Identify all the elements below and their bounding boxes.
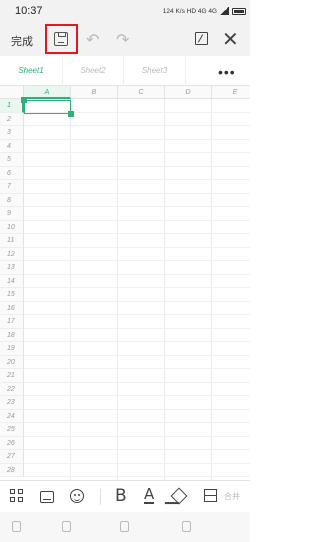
row-header-6[interactable]: 6: [0, 166, 24, 180]
row-header-23[interactable]: 23: [0, 396, 24, 410]
done-button[interactable]: 完成: [11, 33, 33, 49]
grid-row-line: [24, 327, 250, 329]
grid-row-line: [24, 476, 250, 477]
battery-icon: [232, 7, 246, 15]
nav-home-icon[interactable]: [120, 521, 129, 532]
grid-row-line: [24, 246, 250, 248]
grid-row-line: [24, 408, 250, 410]
undo-icon[interactable]: ↶: [86, 30, 99, 50]
apps-icon[interactable]: [10, 489, 24, 503]
grid-row-line: [24, 314, 250, 315]
grid-row-line: [24, 206, 250, 207]
row-header-24[interactable]: 24: [0, 409, 24, 423]
fill-color-icon[interactable]: [170, 487, 188, 505]
status-bar: 10:37 124 K/s HD 4G 4G: [0, 0, 250, 24]
row-header-4[interactable]: 4: [0, 139, 24, 153]
grid-row-line: [24, 138, 250, 140]
column-header-e[interactable]: E: [212, 86, 250, 99]
sheet-tabs: Sheet1 Sheet2 Sheet3 •••: [0, 56, 250, 86]
row-header-28[interactable]: 28: [0, 463, 24, 477]
column-header-b[interactable]: B: [71, 86, 118, 99]
toolbar-divider: [100, 489, 101, 505]
row-header-8[interactable]: 8: [0, 193, 24, 207]
save-icon[interactable]: [54, 32, 68, 46]
row-header-12[interactable]: 12: [0, 247, 24, 261]
grid-row-line: [24, 395, 250, 396]
grid-row-line: [24, 165, 250, 167]
grid-row-line: [24, 422, 250, 423]
format-toolbar: B A 合并: [0, 480, 250, 512]
emoji-icon[interactable]: [70, 489, 84, 503]
column-header-a[interactable]: A: [24, 86, 71, 99]
border-icon[interactable]: [204, 489, 217, 502]
nav-menu-icon[interactable]: [62, 521, 71, 532]
row-header-2[interactable]: 2: [0, 112, 24, 126]
signal-icon: [220, 7, 229, 15]
edit-icon[interactable]: [195, 32, 208, 45]
status-indicators: 124 K/s HD 4G 4G: [163, 7, 246, 15]
grid-row-line: [24, 354, 250, 356]
nav-recent-icon[interactable]: [182, 521, 191, 532]
grid-row-line: [24, 273, 250, 275]
row-header-3[interactable]: 3: [0, 126, 24, 140]
row-header-5[interactable]: 5: [0, 153, 24, 167]
grid-row-line: [24, 341, 250, 342]
grid-row-line: [24, 152, 250, 153]
more-tabs-icon[interactable]: •••: [218, 64, 236, 80]
column-header-d[interactable]: D: [165, 86, 212, 99]
row-header-19[interactable]: 19: [0, 342, 24, 356]
tab-sheet1[interactable]: Sheet1: [0, 56, 62, 86]
row-header-20[interactable]: 20: [0, 355, 24, 369]
status-time: 10:37: [15, 5, 43, 17]
row-header-13[interactable]: 13: [0, 261, 24, 275]
row-header-27[interactable]: 27: [0, 450, 24, 464]
row-header-18[interactable]: 18: [0, 328, 24, 342]
row-header-26[interactable]: 26: [0, 436, 24, 450]
row-header-10[interactable]: 10: [0, 220, 24, 234]
column-header-c[interactable]: C: [118, 86, 165, 99]
tab-sheet3[interactable]: Sheet3: [124, 56, 186, 86]
grid-row-line: [24, 260, 250, 261]
grid-row-line: [24, 381, 250, 383]
close-icon[interactable]: ✕: [222, 27, 239, 52]
system-nav-bar: [0, 512, 250, 542]
row-header-11[interactable]: 11: [0, 234, 24, 248]
selected-cell-a1[interactable]: [24, 100, 71, 114]
spreadsheet-grid[interactable]: A B C D E 1 2 3 4 5 6 7 8 9 10 11 12 13 14 15 16 17 18 19 20 21 22…: [0, 86, 250, 480]
grid-row-line: [24, 192, 250, 194]
row-header-25[interactable]: 25: [0, 423, 24, 437]
grid-row-line: [24, 233, 250, 234]
redo-icon[interactable]: ↷: [116, 30, 129, 50]
grid-row-line: [24, 368, 250, 369]
font-color-button[interactable]: A: [144, 486, 155, 504]
grid-row-line: [24, 125, 250, 126]
selection-handle-end[interactable]: [68, 111, 74, 117]
row-header-9[interactable]: 9: [0, 207, 24, 221]
grid-row-line: [24, 179, 250, 180]
selection-handle-start[interactable]: [21, 97, 27, 103]
row-header-15[interactable]: 15: [0, 288, 24, 302]
row-header-16[interactable]: 16: [0, 301, 24, 315]
nav-back-icon[interactable]: [12, 521, 21, 532]
grid-row-line: [24, 449, 250, 450]
row-header-14[interactable]: 14: [0, 274, 24, 288]
grid-row-line: [24, 300, 250, 302]
row-header-17[interactable]: 17: [0, 315, 24, 329]
grid-row-line: [24, 287, 250, 288]
grid-row-line: [24, 219, 250, 221]
keyboard-icon[interactable]: [40, 491, 54, 503]
merge-button[interactable]: 合并: [224, 491, 240, 502]
row-header-21[interactable]: 21: [0, 369, 24, 383]
network-indicators: 124 K/s HD 4G 4G: [162, 7, 217, 15]
grid-row-line: [24, 462, 250, 464]
row-header-22[interactable]: 22: [0, 382, 24, 396]
bold-button[interactable]: B: [115, 486, 127, 506]
grid-row-line: [24, 435, 250, 437]
row-header-7[interactable]: 7: [0, 180, 24, 194]
tab-sheet2[interactable]: Sheet2: [62, 56, 124, 86]
